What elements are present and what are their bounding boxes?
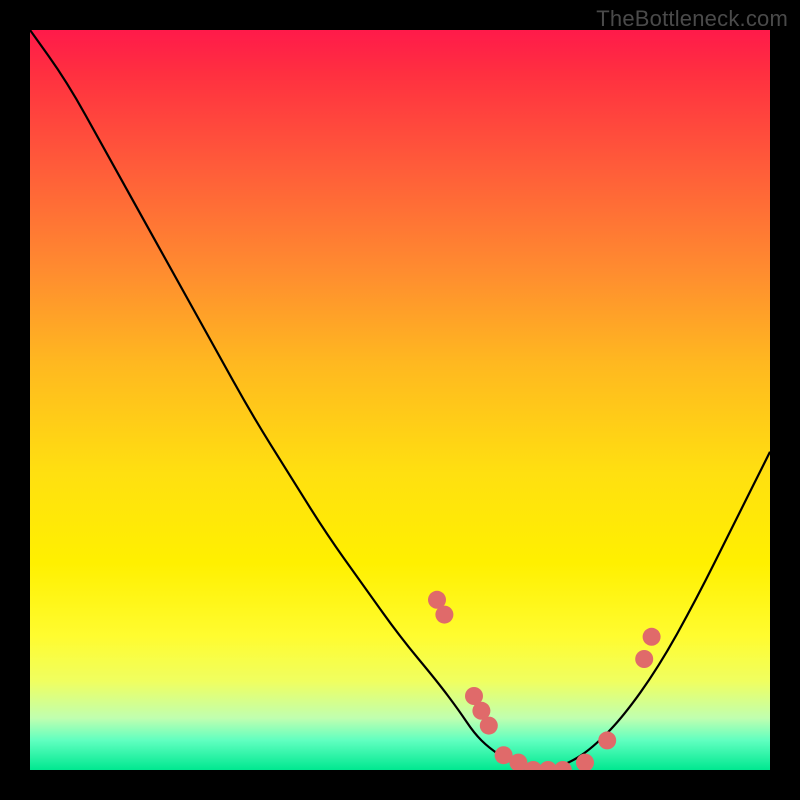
watermark-text: TheBottleneck.com [596,6,788,32]
data-dot [598,731,616,749]
data-dot [480,717,498,735]
data-dot [635,650,653,668]
data-dot [643,628,661,646]
data-dot [435,606,453,624]
chart-svg [30,30,770,770]
plot-area [30,30,770,770]
bottleneck-curve [30,30,770,770]
data-dots [428,591,661,770]
chart-frame: TheBottleneck.com [0,0,800,800]
